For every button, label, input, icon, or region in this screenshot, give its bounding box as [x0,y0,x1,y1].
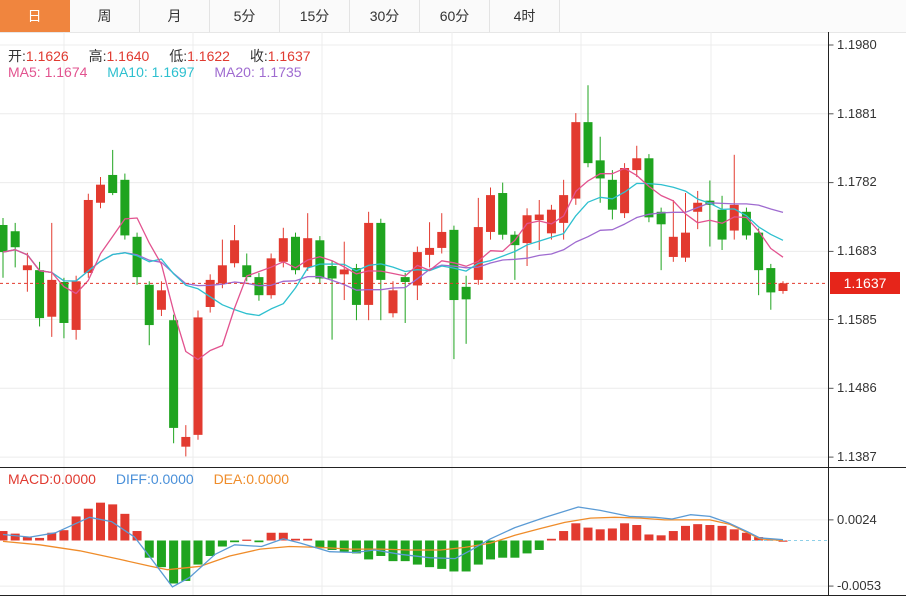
trading-chart-app: 日 周 月 5分 15分 30分 60分 4时 开:1.1626 高:1.164… [0,0,906,601]
tab-day[interactable]: 日 [0,0,70,32]
tab-week[interactable]: 周 [70,0,140,32]
tab-4hour[interactable]: 4时 [490,0,560,32]
tab-month[interactable]: 月 [140,0,210,32]
tab-15min[interactable]: 15分 [280,0,350,32]
price-chart-canvas[interactable] [0,32,906,468]
tab-60min[interactable]: 60分 [420,0,490,32]
tab-30min[interactable]: 30分 [350,0,420,32]
macd-chart-canvas[interactable] [0,468,906,598]
period-tabbar: 日 周 月 5分 15分 30分 60分 4时 [0,0,906,33]
tab-5min[interactable]: 5分 [210,0,280,32]
